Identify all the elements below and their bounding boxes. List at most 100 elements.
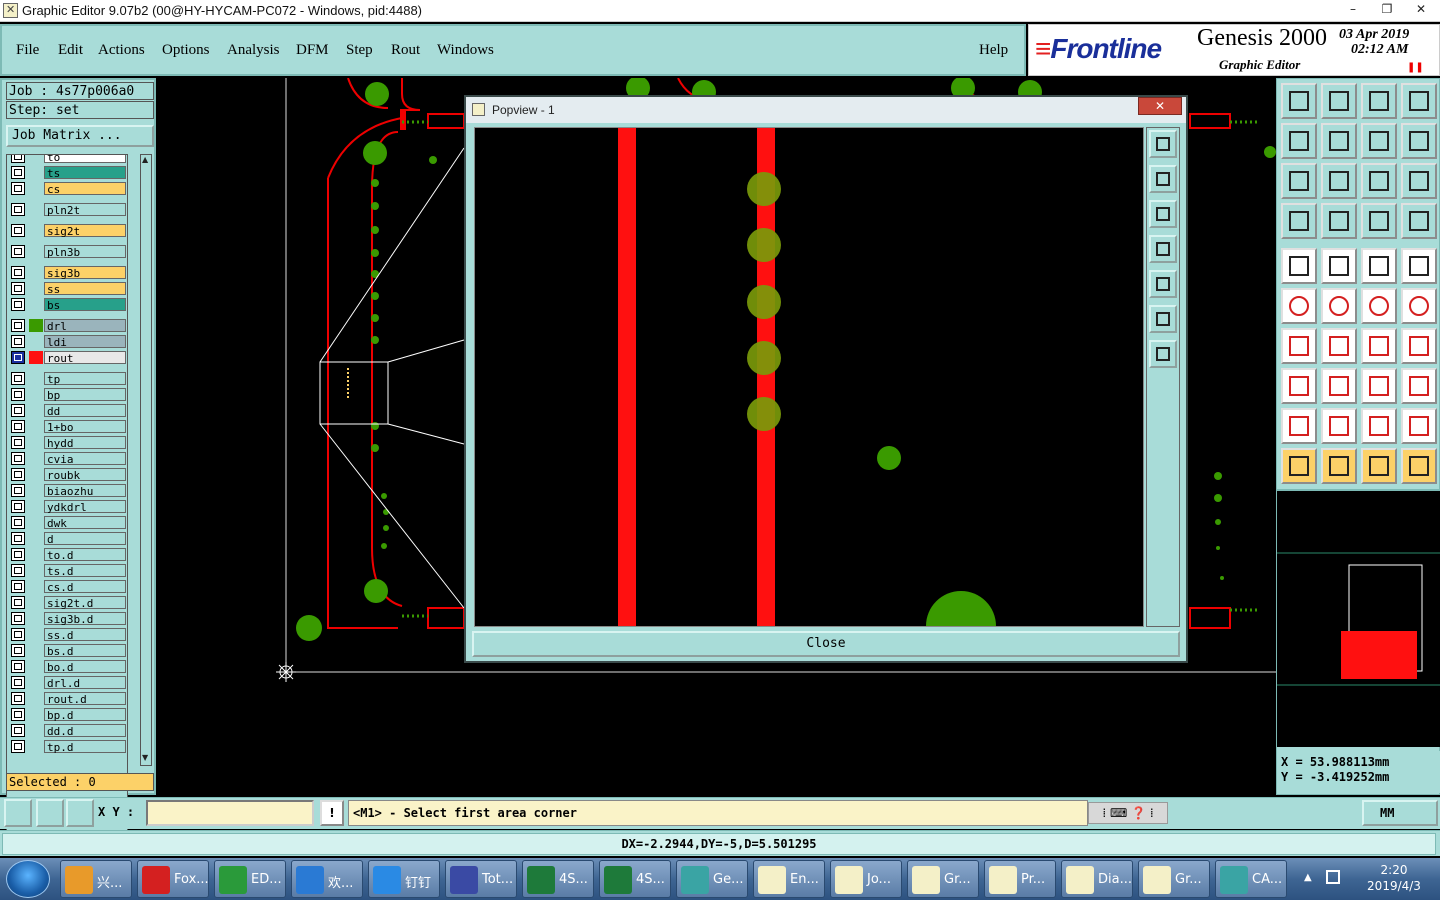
layer-checkbox[interactable] [11,676,25,689]
layer-name[interactable]: hydd [44,436,126,450]
scroll-down-icon[interactable]: ▼ [142,753,150,763]
layer-checkbox[interactable] [11,644,25,657]
layer-row[interactable]: bp [7,387,127,402]
probe-icon[interactable] [1321,203,1357,239]
taskbar-item[interactable]: 4S... [599,860,671,898]
layer-name[interactable]: sig2t [44,224,126,238]
popview-close-x-button[interactable]: ✕ [1138,97,1182,115]
layers-off-icon[interactable] [1401,203,1437,239]
layer-row[interactable]: to.d [7,547,127,562]
layer-row[interactable]: ss [7,281,127,296]
layer-name[interactable]: dwk [44,516,126,530]
layer-row[interactable]: tp.d [7,739,127,754]
layer-name[interactable]: drl [44,319,126,333]
taskbar-item[interactable]: Ge... [676,860,748,898]
fit-profile-icon[interactable] [1321,163,1357,199]
triangle-up-icon[interactable] [1321,408,1357,444]
layer-checkbox[interactable] [11,692,25,705]
layer-checkbox[interactable] [11,612,25,625]
layer-checkbox[interactable] [11,484,25,497]
layer-name[interactable]: tp [44,372,126,386]
layer-checkbox[interactable] [11,596,25,609]
home-icon[interactable] [1361,83,1397,119]
layer-name[interactable]: 1+bo [44,420,126,434]
scale-1-2-icon[interactable] [1361,163,1397,199]
menu-actions[interactable]: Actions [98,42,145,59]
layer-name[interactable]: roubk [44,468,126,482]
diagonal-icon[interactable] [1321,328,1357,364]
pointer-box-icon[interactable] [1321,448,1357,484]
shapes-icon[interactable] [1401,368,1437,404]
start-button[interactable] [6,860,50,898]
layer-name[interactable]: ss [44,282,126,296]
layer-row[interactable]: bo.d [7,659,127,674]
layer-checkbox[interactable] [11,660,25,673]
popview-title-bar[interactable]: Popview - 1 ✕ [466,97,1186,123]
layer-name[interactable]: biaozhu [44,484,126,498]
line-icon[interactable] [1361,288,1397,324]
zoom-fit-icon[interactable] [1149,130,1177,158]
layer-row[interactable]: drl.d [7,675,127,690]
ime-toolbar[interactable]: ⁞ ⌨ ❓ ⁞ [1088,802,1168,824]
layer-checkbox[interactable] [11,319,25,332]
grid-icon[interactable] [66,799,94,827]
layer-checkbox[interactable] [11,420,25,433]
layer-checkbox[interactable] [11,372,25,385]
layer-checkbox[interactable] [11,580,25,593]
layer-row[interactable]: ldi [7,334,127,349]
layer-checkbox[interactable] [11,166,25,179]
xy-input[interactable] [146,800,314,826]
taskbar-item[interactable]: ED... [214,860,286,898]
measure-icon[interactable] [36,799,64,827]
pan-down-tool-icon[interactable] [1321,83,1357,119]
arc-line-icon[interactable] [1401,288,1437,324]
layer-name[interactable]: ldi [44,335,126,349]
taskbar-item[interactable]: CA... [1215,860,1287,898]
layer-checkbox[interactable] [11,724,25,737]
layer-name[interactable]: sig3b [44,266,126,280]
mirror-icon[interactable] [1361,123,1397,159]
layer-name[interactable]: ts [44,166,126,180]
layer-name[interactable]: cs [44,182,126,196]
layer-name[interactable]: bp [44,388,126,402]
select-icon[interactable] [1281,248,1317,284]
layer-row[interactable]: ts.d [7,563,127,578]
angle-icon[interactable] [1281,328,1317,364]
layer-name[interactable]: ts.d [44,564,126,578]
layer-name[interactable]: bs.d [44,644,126,658]
layer-row[interactable]: dwk [7,515,127,530]
pointer-icon[interactable] [1281,448,1317,484]
taskbar-item[interactable]: Fox... [137,860,209,898]
layer-row[interactable]: d [7,531,127,546]
overview-map[interactable] [1277,489,1440,747]
pan-down-icon[interactable] [1149,200,1177,228]
copy-icon[interactable] [1281,368,1317,404]
taskbar-item[interactable]: Pr... [984,860,1056,898]
layer-checkbox[interactable] [11,500,25,513]
taskbar-item[interactable]: Jo... [830,860,902,898]
layer-row[interactable]: dd.d [7,723,127,738]
zoom-out-icon[interactable] [1149,340,1177,368]
layer-name[interactable]: dd.d [44,724,126,738]
network-icon[interactable] [1326,870,1340,884]
menu-options[interactable]: Options [162,42,210,59]
layer-row[interactable]: rout [7,350,127,365]
menu-analysis[interactable]: Analysis [227,42,280,59]
taskbar-item[interactable]: 4S... [522,860,594,898]
snake-icon[interactable] [1401,123,1437,159]
menu-help[interactable]: Help [979,42,1008,59]
layer-row[interactable]: cs [7,181,127,196]
layer-name[interactable]: cvia [44,452,126,466]
layer-name[interactable]: rout [44,351,126,365]
resize-icon[interactable] [1361,368,1397,404]
taskbar-item[interactable]: 欢... [291,860,363,898]
tray-arrow-icon[interactable]: ▲ [1304,872,1312,883]
layer-checkbox[interactable] [11,203,25,216]
alert-button[interactable]: ! [320,800,344,826]
layer-checkbox[interactable] [11,404,25,417]
layer-checkbox[interactable] [11,351,25,364]
fit-screen-icon[interactable] [1281,163,1317,199]
taskbar-item[interactable]: 钉钉 [368,860,440,898]
delete-icon[interactable] [1321,288,1357,324]
ruler-icon[interactable] [1361,248,1397,284]
